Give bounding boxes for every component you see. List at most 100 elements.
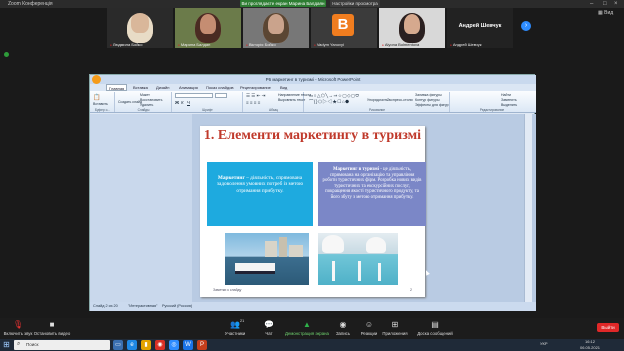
gallery-view-button[interactable]: ▦ Вид bbox=[598, 10, 613, 16]
ribbon-group-editing: Найти Заменить Выделить Редактирование bbox=[451, 92, 533, 112]
edge-icon[interactable]: e bbox=[127, 340, 137, 350]
shape-fill-button[interactable]: Заливка фигуры bbox=[415, 93, 442, 97]
participant-name: Андрей Шевчук bbox=[450, 42, 482, 47]
participant-display-name: Андрей Шевчук bbox=[458, 23, 502, 29]
vertical-scrollbar[interactable] bbox=[524, 114, 532, 302]
delete-button[interactable]: Удалить bbox=[140, 103, 153, 107]
layout-button[interactable]: Макет bbox=[140, 93, 150, 97]
tab-insert[interactable]: Вставка bbox=[131, 84, 150, 91]
font-size-select[interactable] bbox=[215, 93, 227, 98]
apps-button[interactable]: ⊞ Приложения bbox=[373, 320, 417, 336]
definition-term: Маркетинг в туризмі bbox=[333, 167, 380, 172]
meeting-toolbar: 🎙 Включить звук ■ Остановить видео 👥 Участн… bbox=[0, 318, 624, 339]
align-text-button[interactable]: Выровнять текст bbox=[278, 98, 305, 102]
slide-number: 2 bbox=[410, 288, 412, 292]
participant-tile[interactable]: Андрей Шевчук Андрей Шевчук bbox=[447, 8, 513, 48]
language-indicator: Русский (Россия) bbox=[162, 304, 193, 308]
whiteboard-icon: ▤ bbox=[431, 320, 439, 329]
quick-styles-button[interactable]: Экспресс-стили bbox=[387, 98, 413, 102]
column bbox=[378, 263, 381, 281]
zoom-icon[interactable]: ◎ bbox=[169, 340, 179, 350]
close-icon[interactable]: × bbox=[614, 0, 618, 8]
column bbox=[332, 261, 335, 281]
ppt-ribbon-tabs: Главная Вставка Дизайн Анимация Показ сл… bbox=[90, 84, 536, 91]
word-icon[interactable]: W bbox=[183, 340, 193, 350]
pool-wedding-photo bbox=[318, 233, 398, 285]
participant-video bbox=[399, 13, 425, 43]
tab-view[interactable]: Вид bbox=[278, 84, 289, 91]
group-label: Редактирование bbox=[479, 108, 505, 112]
participant-tile[interactable]: Людмила Бойко bbox=[107, 8, 173, 48]
office-button-icon[interactable] bbox=[92, 75, 101, 84]
bold-icon[interactable]: Ж bbox=[175, 100, 179, 105]
slide-thumbnail-pane[interactable] bbox=[90, 114, 192, 302]
participants-count: 21 bbox=[240, 319, 245, 323]
group-label: Буфер о... bbox=[94, 108, 111, 112]
maximize-icon[interactable]: □ bbox=[603, 0, 607, 8]
participant-video bbox=[127, 13, 153, 43]
mic-muted-icon: 🎙 bbox=[13, 320, 24, 329]
windows-start-icon[interactable]: ⊞ bbox=[1, 340, 12, 350]
apps-label: Приложения bbox=[382, 331, 408, 336]
paste-button[interactable]: Вставить bbox=[93, 102, 108, 106]
arrange-button[interactable]: Упорядочить bbox=[367, 98, 388, 102]
select-button[interactable]: Выделить bbox=[501, 103, 517, 107]
ship bbox=[235, 263, 275, 274]
task-view-icon[interactable]: ▭ bbox=[113, 340, 123, 350]
participant-tile[interactable]: Марина Балдан bbox=[175, 8, 241, 48]
participant-tile[interactable]: Вікторія Бойко bbox=[243, 8, 309, 48]
avatar: B bbox=[332, 14, 354, 36]
list-icons[interactable]: ☰ ☰ ⇤ ⇥ bbox=[246, 93, 265, 99]
tab-animation[interactable]: Анимация bbox=[177, 84, 200, 91]
find-button[interactable]: Найти bbox=[501, 93, 511, 97]
tab-design[interactable]: Дизайн bbox=[154, 84, 171, 91]
participant-name: Людмила Бойко bbox=[110, 42, 143, 47]
align-icons[interactable]: ≡ ≡ ≡ ≡ bbox=[246, 100, 260, 105]
current-slide[interactable]: 1. Елементи маркетингу в туризмі Маркети… bbox=[200, 126, 426, 297]
chrome-icon[interactable]: ◉ bbox=[155, 340, 165, 350]
new-slide-button[interactable]: Создать слайд bbox=[118, 100, 142, 104]
slide-counter: Слайд 2 из 20 bbox=[93, 304, 118, 308]
share-banner: Ви проглядаєте екран Марина Балдаян bbox=[240, 0, 326, 7]
building bbox=[289, 245, 303, 257]
reset-button[interactable]: Восстановить bbox=[140, 98, 162, 102]
shapes-gallery-row2[interactable]: ⌒{}⬡▷◁★☐⌂⬣ bbox=[309, 99, 350, 105]
minimize-icon[interactable]: – bbox=[590, 0, 593, 8]
underline-icon[interactable]: Ч bbox=[187, 100, 190, 105]
definition-box-marketing: Маркетинг – діяльність, спрямована задов… bbox=[207, 162, 313, 226]
group-label: Абзац bbox=[269, 108, 278, 112]
paste-icon[interactable]: 📋 bbox=[93, 94, 100, 101]
ppt-ribbon: 📋 Вставить Буфер о... Создать слайд Маке… bbox=[90, 91, 536, 113]
group-label: Рисование bbox=[368, 108, 386, 112]
column bbox=[358, 261, 361, 281]
group-label: Слайды bbox=[137, 108, 150, 112]
participant-tile[interactable]: B Vadym Yanovyi bbox=[311, 8, 377, 48]
building bbox=[265, 241, 277, 257]
explorer-icon[interactable]: ▮ bbox=[141, 340, 151, 350]
clock-date: 06.05.2021 bbox=[580, 345, 601, 350]
shape-effects-button[interactable]: Эффекты для фигур bbox=[415, 103, 449, 107]
next-page-icon[interactable]: › bbox=[521, 21, 531, 31]
security-shield-icon[interactable] bbox=[4, 52, 9, 57]
participant-name: Вікторія Бойко bbox=[246, 42, 276, 47]
shared-screen: Р6 маркетинг в туризмі - Microsoft Power… bbox=[89, 74, 536, 311]
stop-video-button[interactable]: ■ Остановить видео bbox=[30, 320, 74, 336]
view-options-button[interactable]: Настройки просмотра bbox=[330, 0, 380, 7]
taskbar-search-input[interactable]: Поиск bbox=[14, 340, 110, 350]
italic-icon[interactable]: К bbox=[181, 100, 184, 105]
participant-tile[interactable]: Alyona Bolmentova bbox=[379, 8, 445, 48]
powerpoint-icon[interactable]: P bbox=[197, 340, 207, 350]
tab-review[interactable]: Рецензирование bbox=[238, 84, 273, 91]
tab-home[interactable]: Главная bbox=[106, 84, 128, 91]
leave-button[interactable]: Выйти bbox=[597, 323, 619, 332]
tab-slideshow[interactable]: Показ слайдов bbox=[204, 84, 236, 91]
font-name-select[interactable] bbox=[175, 93, 213, 98]
ribbon-group-drawing: ▭○△⬠╲→⇒☆▢◇◻⬭ ⌒{}⬡▷◁★☐⌂⬣ Упорядочить Эксп… bbox=[305, 92, 450, 112]
chat-icon: 💬 bbox=[264, 320, 274, 329]
participant-name: Alyona Bolmentova bbox=[382, 42, 419, 47]
replace-button[interactable]: Заменить bbox=[501, 98, 517, 102]
slide-notes-label[interactable]: Заметки к слайду bbox=[213, 288, 241, 292]
flowers bbox=[366, 237, 386, 253]
whiteboard-button[interactable]: ▤ Доска сообщений bbox=[413, 320, 457, 336]
shape-outline-button[interactable]: Контур фигуры bbox=[415, 98, 439, 102]
